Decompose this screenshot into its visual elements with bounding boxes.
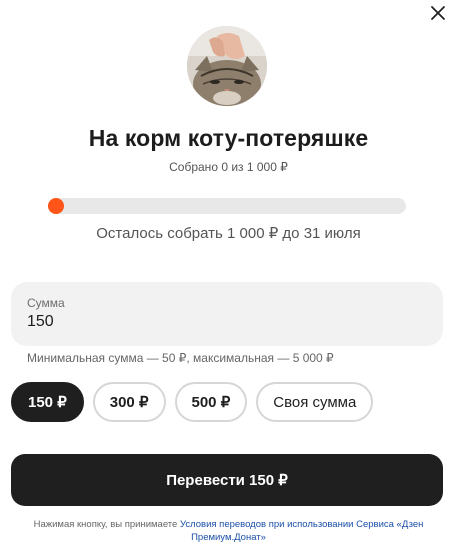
chip-custom-amount[interactable]: Своя сумма bbox=[256, 382, 374, 422]
progress-bar bbox=[48, 198, 406, 214]
collected-amount: Собрано 0 из 1 000 ₽ bbox=[169, 160, 288, 174]
fundraiser-avatar bbox=[187, 26, 267, 106]
chip-150[interactable]: 150 ₽ bbox=[11, 382, 84, 422]
terms-link[interactable]: Условия переводов при использовании Серв… bbox=[180, 519, 423, 543]
amount-limits: Минимальная сумма — 50 ₽, максимальная —… bbox=[27, 351, 334, 365]
fundraiser-title: На корм коту-потеряшке bbox=[88, 125, 369, 151]
amount-label: Сумма bbox=[27, 296, 65, 310]
close-icon[interactable] bbox=[427, 2, 449, 24]
transfer-button[interactable]: Перевести 150 ₽ bbox=[11, 454, 443, 506]
chip-500[interactable]: 500 ₽ bbox=[174, 382, 248, 422]
cat-photo bbox=[187, 26, 267, 106]
terms-prefix: Нажимая кнопку, вы принимаете bbox=[33, 519, 180, 530]
amount-presets: 150 ₽ 300 ₽ 500 ₽ Своя сумма bbox=[11, 382, 374, 422]
amount-input[interactable] bbox=[27, 313, 407, 331]
chip-300[interactable]: 300 ₽ bbox=[92, 382, 166, 422]
amount-field[interactable]: Сумма bbox=[11, 282, 443, 346]
progress-fill bbox=[48, 198, 64, 214]
terms-notice: Нажимая кнопку, вы принимаете Условия пе… bbox=[20, 518, 437, 544]
remaining-text: Осталось собрать 1 000 ₽ до 31 июля bbox=[96, 225, 361, 242]
